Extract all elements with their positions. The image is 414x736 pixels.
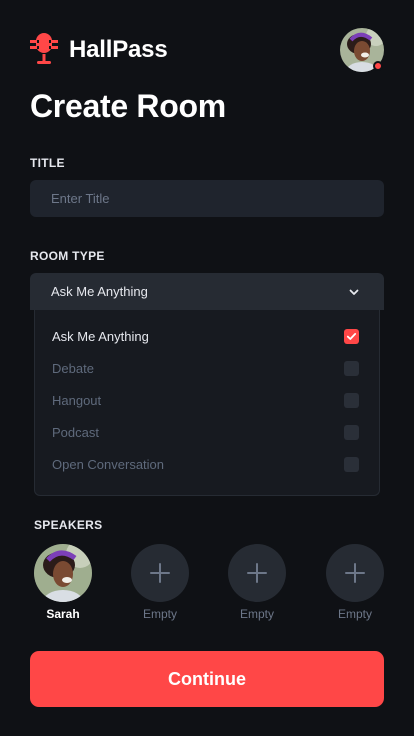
speaker-photo <box>34 544 92 602</box>
title-label: TITLE <box>30 156 65 170</box>
checkbox-unchecked[interactable] <box>344 361 359 376</box>
checkbox-unchecked[interactable] <box>344 393 359 408</box>
page-title: Create Room <box>30 88 226 124</box>
room-type-option-open-conversation[interactable]: Open Conversation <box>35 448 379 480</box>
profile-avatar-button[interactable] <box>340 28 384 72</box>
app-name: HallPass <box>69 36 168 63</box>
option-label: Debate <box>52 360 94 376</box>
speaker-slot-empty-3[interactable]: Empty <box>326 544 384 621</box>
microphone-icon <box>30 33 58 64</box>
add-speaker-button[interactable] <box>326 544 384 602</box>
checkbox-checked[interactable] <box>344 329 359 344</box>
room-type-option-hangout[interactable]: Hangout <box>35 384 379 416</box>
add-speaker-button[interactable] <box>228 544 286 602</box>
room-type-option-ask-me-anything[interactable]: Ask Me Anything <box>35 320 379 352</box>
option-label: Hangout <box>52 392 102 408</box>
speaker-name: Empty <box>142 607 177 621</box>
chevron-down-icon <box>349 289 359 295</box>
checkbox-unchecked[interactable] <box>344 425 359 440</box>
create-room-screen: HallPass Create Room TITLE ROOM TYPE Ask… <box>0 0 414 736</box>
plus-icon <box>345 563 365 583</box>
speakers-label: SPEAKERS <box>34 518 103 532</box>
speaker-avatar <box>34 544 92 602</box>
checkbox-unchecked[interactable] <box>344 457 359 472</box>
title-input[interactable] <box>30 180 384 217</box>
option-label: Podcast <box>52 424 99 440</box>
room-type-dropdown: Ask Me Anything Debate Hangout Podcast O… <box>34 310 380 496</box>
speaker-slot-empty-2[interactable]: Empty <box>228 544 286 621</box>
plus-icon <box>150 563 170 583</box>
check-icon <box>346 333 357 340</box>
add-speaker-button[interactable] <box>131 544 189 602</box>
speaker-slot-empty-1[interactable]: Empty <box>131 544 189 621</box>
speaker-name: Sarah <box>46 607 80 621</box>
room-type-selected-value: Ask Me Anything <box>51 284 148 299</box>
option-label: Open Conversation <box>52 456 165 472</box>
app-header: HallPass <box>30 28 384 72</box>
room-type-option-podcast[interactable]: Podcast <box>35 416 379 448</box>
room-type-label: ROOM TYPE <box>30 249 105 263</box>
speaker-name: Empty <box>239 607 274 621</box>
continue-button[interactable]: Continue <box>30 651 384 707</box>
app-logo[interactable]: HallPass <box>30 33 168 67</box>
online-status-dot <box>373 61 383 71</box>
speaker-slot-sarah[interactable]: Sarah <box>34 544 92 621</box>
speaker-name: Empty <box>337 607 372 621</box>
room-type-select[interactable]: Ask Me Anything <box>30 273 384 310</box>
plus-icon <box>247 563 267 583</box>
room-type-option-debate[interactable]: Debate <box>35 352 379 384</box>
option-label: Ask Me Anything <box>52 328 149 344</box>
